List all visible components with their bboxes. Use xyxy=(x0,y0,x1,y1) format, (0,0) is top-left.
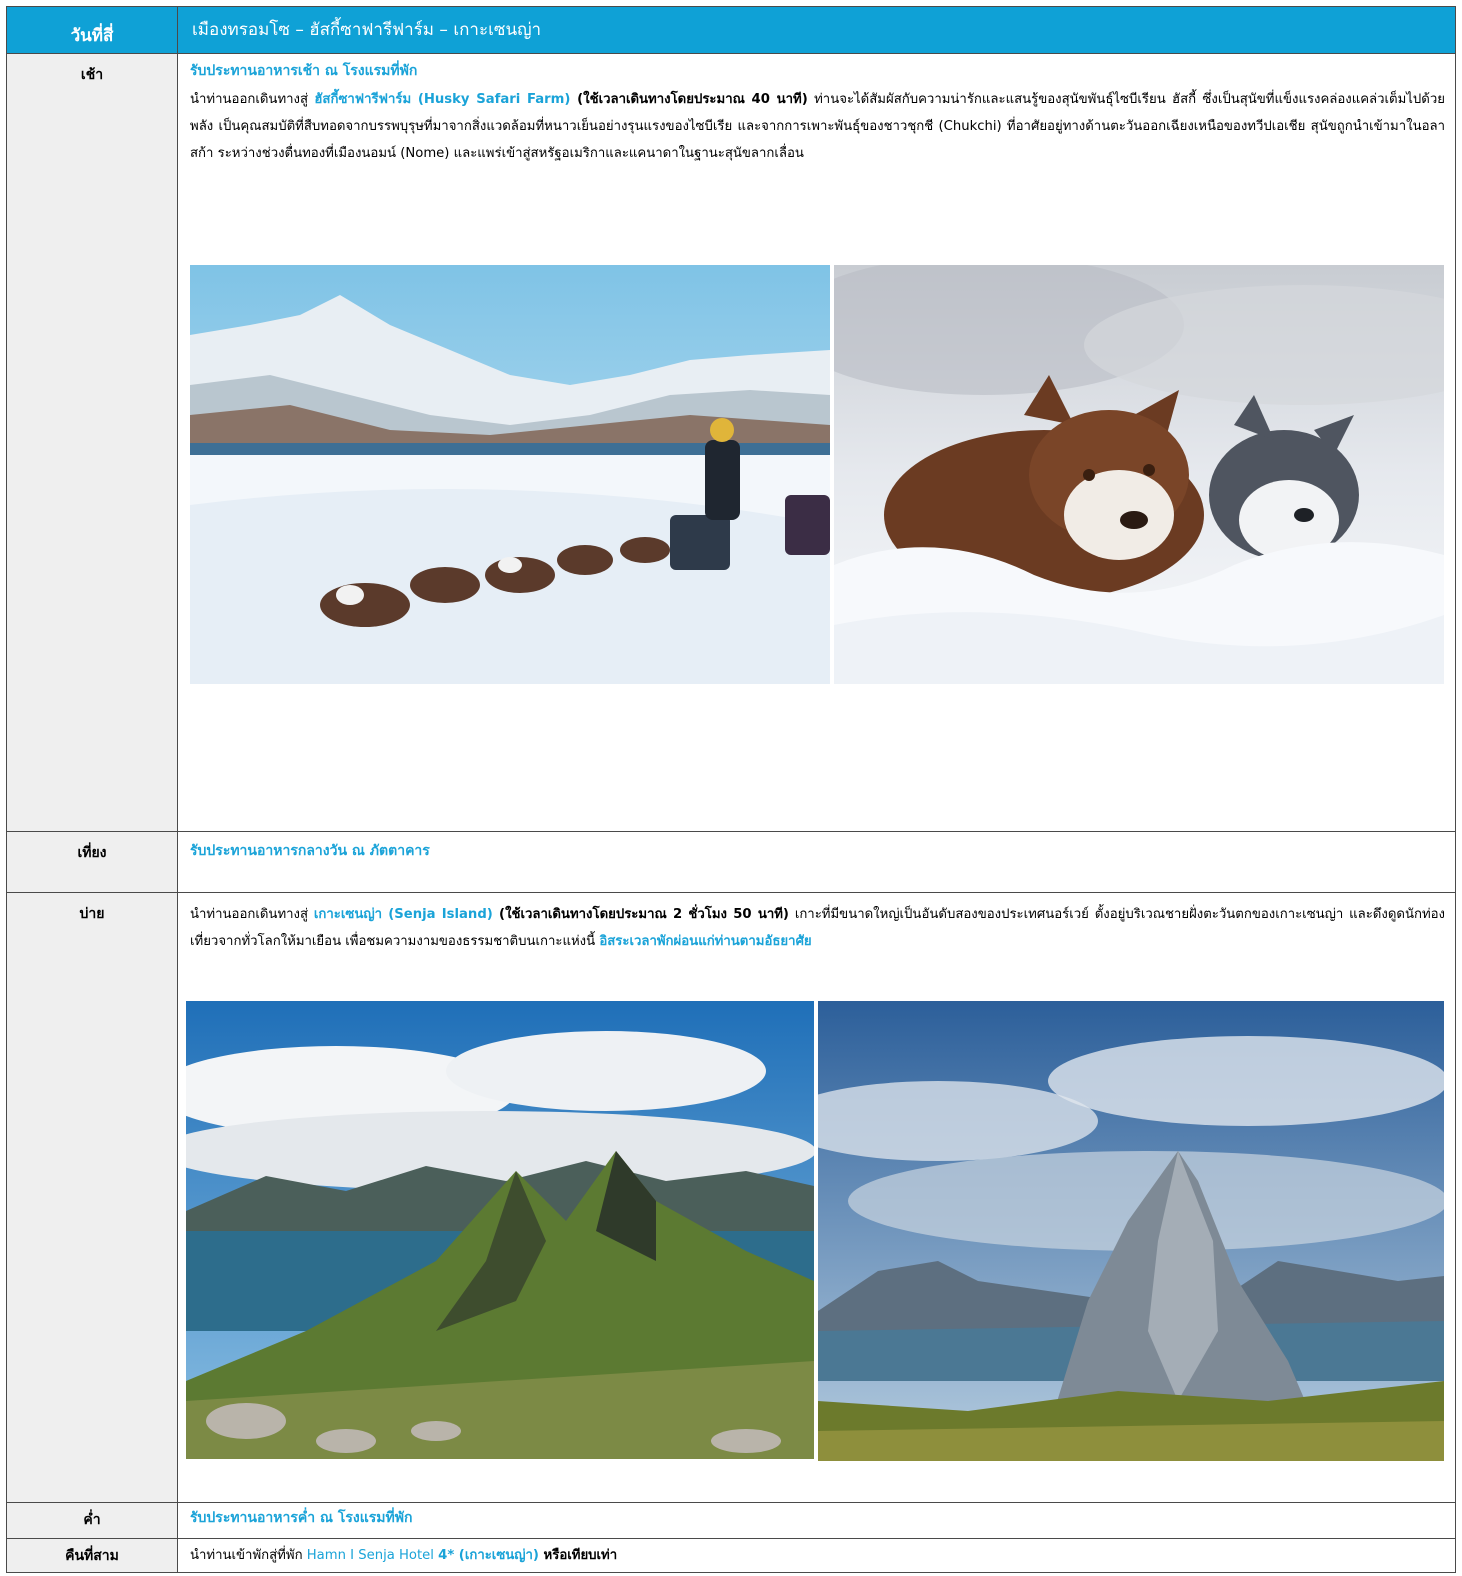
morning-row: เช้า รับประทานอาหารเช้า ณ โรงแรมที่พัก น… xyxy=(6,53,1456,832)
afternoon-label: บ่าย xyxy=(6,892,178,1503)
husky-travel-time: (ใช้เวลาเดินทางโดยประมาณ 40 นาที) xyxy=(570,92,808,107)
dinner-label: ค่ำ xyxy=(6,1502,178,1539)
free-time-text: อิสระเวลาพักผ่อนแก่ท่านตามอัธยาศัย xyxy=(599,934,812,949)
night-content: นำท่านเข้าพักสู่ที่พัก Hamn I Senja Hote… xyxy=(177,1538,1456,1573)
hotel-intro: นำท่านเข้าพักสู่ที่พัก xyxy=(190,1548,307,1563)
lunch-content: รับประทานอาหารกลางวัน ณ ภัตตาคาร xyxy=(177,831,1456,893)
day-label: วันที่สี่ xyxy=(6,6,178,54)
husky-intro: นำท่านออกเดินทางสู่ xyxy=(190,92,315,107)
senja-description: นำท่านออกเดินทางสู่ เกาะเซนญ่า (Senja Is… xyxy=(186,901,1445,955)
senja-island-link-text: เกาะเซนญ่า (Senja Island) xyxy=(313,907,493,922)
night-label: คืนที่สาม xyxy=(6,1538,178,1573)
husky-farm-link-text: ฮัสกี้ซาฟารีฟาร์ม (Husky Safari Farm) xyxy=(314,92,571,107)
morning-photos xyxy=(190,265,1445,684)
lunch-row: เที่ยง รับประทานอาหารกลางวัน ณ ภัตตาคาร xyxy=(6,831,1456,893)
hotel-name: Hamn I Senja Hotel xyxy=(306,1548,439,1563)
day-route-title: เมืองทรอมโซ – ฮัสกี้ซาฟารีฟาร์ม – เกาะเซ… xyxy=(177,6,1456,54)
senja-travel-time: (ใช้เวลาเดินทางโดยประมาณ 2 ชั่วโมง 50 นา… xyxy=(492,907,789,922)
itinerary-page: วันที่สี่ เมืองทรอมโซ – ฮัสกี้ซาฟารีฟาร์… xyxy=(0,0,1462,1576)
itinerary-table: วันที่สี่ เมืองทรอมโซ – ฮัสกี้ซาฟารีฟาร์… xyxy=(6,6,1456,1573)
morning-label: เช้า xyxy=(6,53,178,832)
day-header-row: วันที่สี่ เมืองทรอมโซ – ฮัสกี้ซาฟารีฟาร์… xyxy=(6,6,1456,54)
hotel-equivalent: หรือเทียบเท่า xyxy=(538,1548,618,1563)
dinner-content: รับประทานอาหารค่ำ ณ โรงแรมที่พัก xyxy=(177,1502,1456,1539)
husky-dogs-snow-photo xyxy=(834,265,1444,684)
dinner-row: ค่ำ รับประทานอาหารค่ำ ณ โรงแรมที่พัก xyxy=(6,1502,1456,1539)
dinner-text: รับประทานอาหารค่ำ ณ โรงแรมที่พัก xyxy=(190,1510,413,1526)
breakfast-text: รับประทานอาหารเช้า ณ โรงแรมที่พัก xyxy=(190,63,418,79)
senja-ridge-photo xyxy=(186,1001,814,1459)
senja-intro: นำท่านออกเดินทางสู่ xyxy=(190,907,314,922)
lunch-text: รับประทานอาหารกลางวัน ณ ภัตตาคาร xyxy=(190,843,430,859)
lunch-label: เที่ยง xyxy=(6,831,178,893)
afternoon-content: นำท่านออกเดินทางสู่ เกาะเซนญ่า (Senja Is… xyxy=(177,892,1456,1503)
husky-sled-photo xyxy=(190,265,830,684)
morning-content: รับประทานอาหารเช้า ณ โรงแรมที่พัก นำท่าน… xyxy=(177,53,1456,832)
segla-peak-photo xyxy=(818,1001,1444,1461)
night-row: คืนที่สาม นำท่านเข้าพักสู่ที่พัก Hamn I … xyxy=(6,1538,1456,1573)
hotel-rating: 4* (เกาะเซนญ่า) xyxy=(438,1548,539,1563)
husky-description: นำท่านออกเดินทางสู่ ฮัสกี้ซาฟารีฟาร์ม (H… xyxy=(190,86,1445,167)
afternoon-row: บ่าย นำท่านออกเดินทางสู่ เกาะเซนญ่า (Sen… xyxy=(6,892,1456,1503)
afternoon-photos xyxy=(186,1001,1445,1461)
